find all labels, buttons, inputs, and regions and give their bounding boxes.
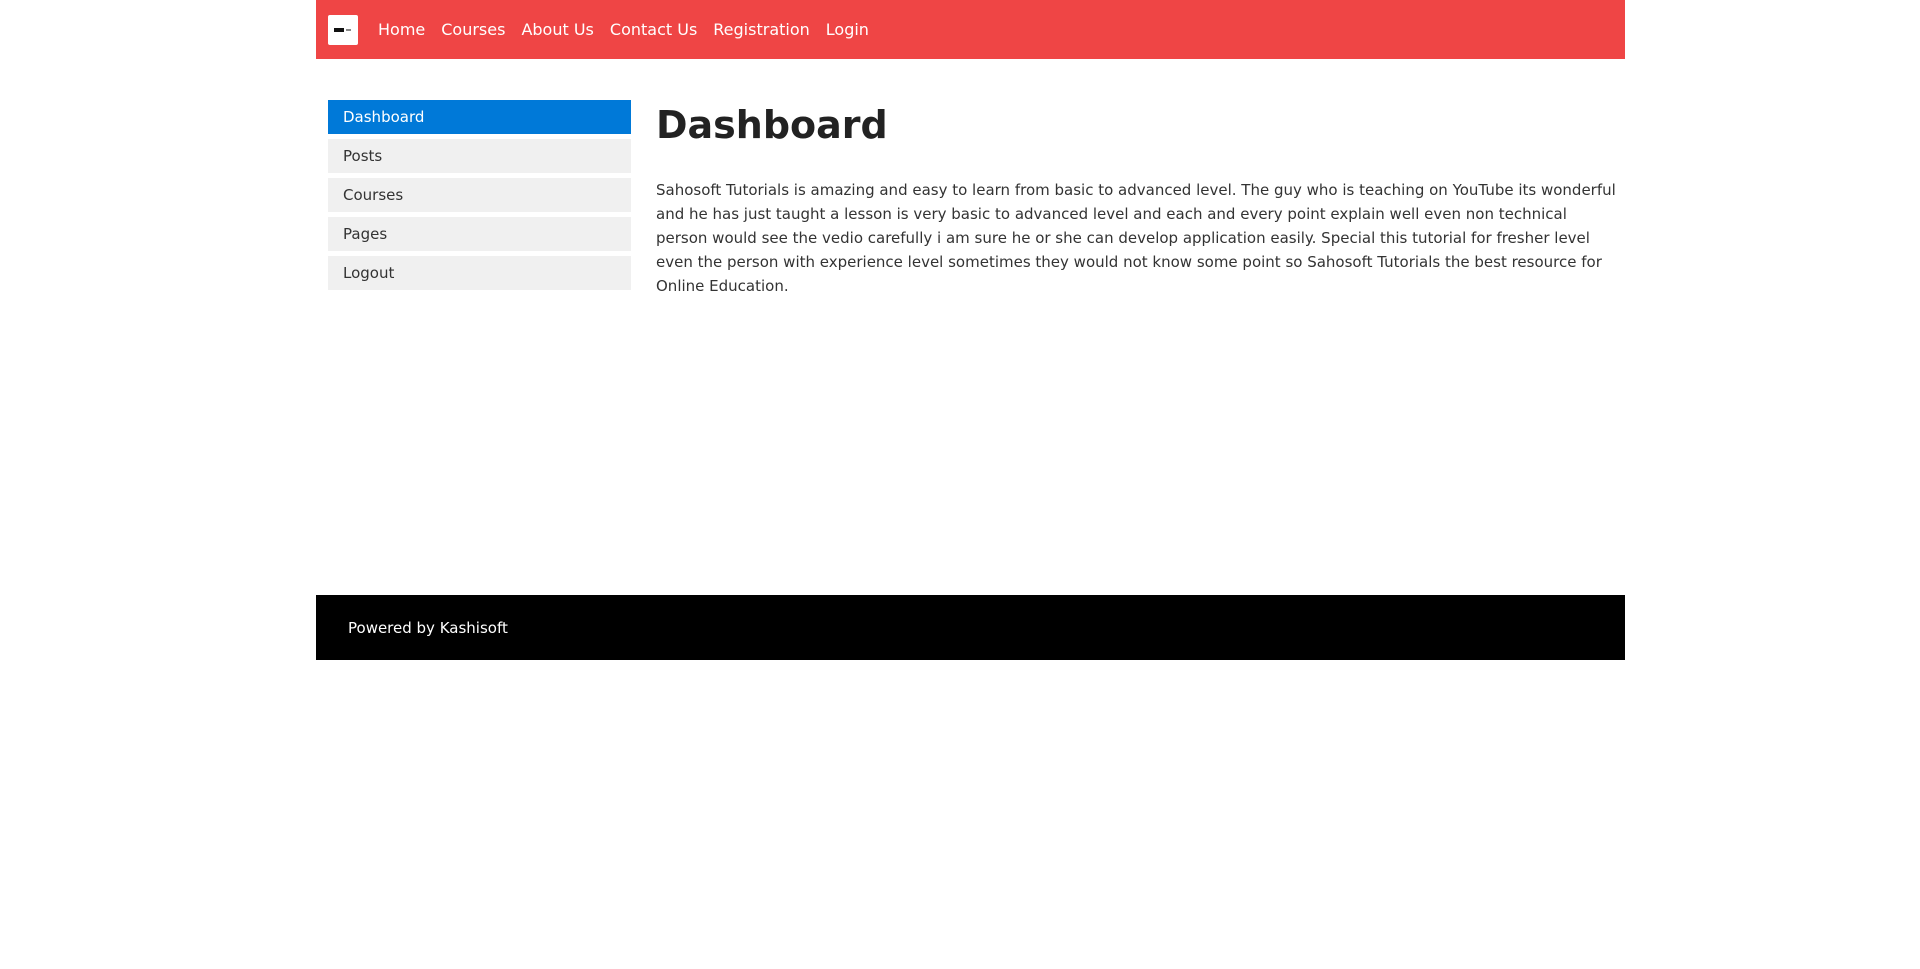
sidebar: Dashboard Posts Courses Pages Logout	[328, 100, 631, 295]
page-title: Dashboard	[656, 103, 888, 147]
main-content: Dashboard Sahosoft Tutorials is amazing …	[656, 100, 1616, 313]
sidebar-item-logout[interactable]: Logout	[328, 256, 631, 290]
logo-icon[interactable]	[328, 14, 358, 45]
nav-link-home[interactable]: Home	[370, 20, 433, 39]
sidebar-item-posts[interactable]: Posts	[328, 139, 631, 173]
intro-paragraph: Sahosoft Tutorials is amazing and easy t…	[656, 181, 1616, 295]
sidebar-item-courses[interactable]: Courses	[328, 178, 631, 212]
page-container: Home Courses About Us Contact Us Registr…	[316, 0, 1625, 660]
top-navbar: Home Courses About Us Contact Us Registr…	[316, 0, 1625, 59]
nav-links: Home Courses About Us Contact Us Registr…	[370, 20, 877, 39]
sidebar-item-pages[interactable]: Pages	[328, 217, 631, 251]
footer: Powered by Kashisoft	[316, 595, 1625, 660]
nav-link-about-us[interactable]: About Us	[513, 20, 601, 39]
nav-link-courses[interactable]: Courses	[433, 20, 513, 39]
nav-link-login[interactable]: Login	[818, 20, 877, 39]
sidebar-item-dashboard[interactable]: Dashboard	[328, 100, 631, 134]
content-area: Dashboard Posts Courses Pages Logout Das…	[316, 59, 1625, 595]
footer-text: Powered by Kashisoft	[348, 618, 508, 637]
nav-link-registration[interactable]: Registration	[705, 20, 817, 39]
nav-link-contact-us[interactable]: Contact Us	[602, 20, 705, 39]
